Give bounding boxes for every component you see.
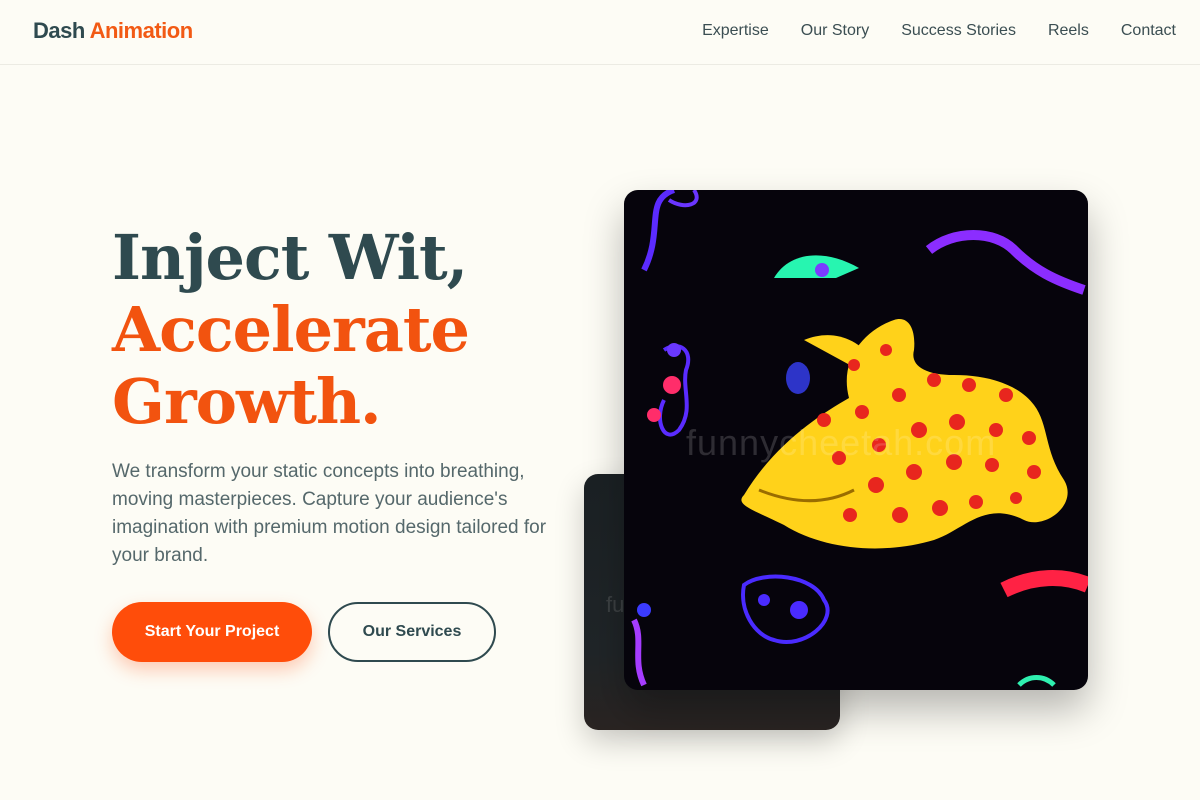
hero-media-card[interactable]: funnycheetah.com — [624, 190, 1088, 690]
nav-link-reels[interactable]: Reels — [1048, 22, 1089, 40]
nav-link-success-stories[interactable]: Success Stories — [901, 22, 1016, 40]
neon-dot-shape — [667, 343, 681, 357]
neon-dot-shape — [637, 603, 651, 617]
nav-link-expertise[interactable]: Expertise — [702, 22, 769, 40]
neon-dot-shape — [758, 594, 770, 606]
nav-link-our-story[interactable]: Our Story — [801, 22, 869, 40]
hero-description: We transform your static concepts into b… — [112, 461, 547, 566]
hero-headline-line3: Growth. — [112, 365, 382, 438]
neon-dot-shape — [647, 408, 661, 422]
neon-squiggle-shape — [631, 618, 647, 687]
neon-dot-shape — [790, 601, 808, 619]
start-project-button[interactable]: Start Your Project — [112, 602, 312, 662]
brand-logo[interactable]: Dash Animation — [33, 18, 193, 44]
neon-squiggle-shape — [1017, 675, 1056, 687]
neon-dot-shape — [815, 263, 829, 277]
neon-dot-shape — [663, 376, 681, 394]
brand-name-primary: Dash — [33, 18, 85, 43]
our-services-button[interactable]: Our Services — [328, 602, 496, 662]
image-watermark: funnycheetah.com — [686, 422, 997, 463]
site-header: Dash Animation Expertise Our Story Succe… — [0, 0, 1200, 65]
main-nav: Expertise Our Story Success Stories Reel… — [702, 22, 1176, 40]
nav-link-contact[interactable]: Contact — [1121, 22, 1176, 40]
hero-headline-line2: Accelerate — [112, 293, 470, 366]
secondary-card-watermark: fu — [606, 592, 625, 617]
neon-tentacle-shape — [925, 230, 1086, 295]
brand-name-accent: Animation — [89, 18, 194, 43]
creature-eye — [786, 362, 810, 394]
hero-headline: Inject Wit, Accelerate Growth. — [112, 221, 470, 438]
hero-headline-line1: Inject Wit, — [112, 221, 468, 294]
neon-creature-outline — [741, 574, 830, 644]
neon-striped-tentacle — [1000, 570, 1088, 598]
